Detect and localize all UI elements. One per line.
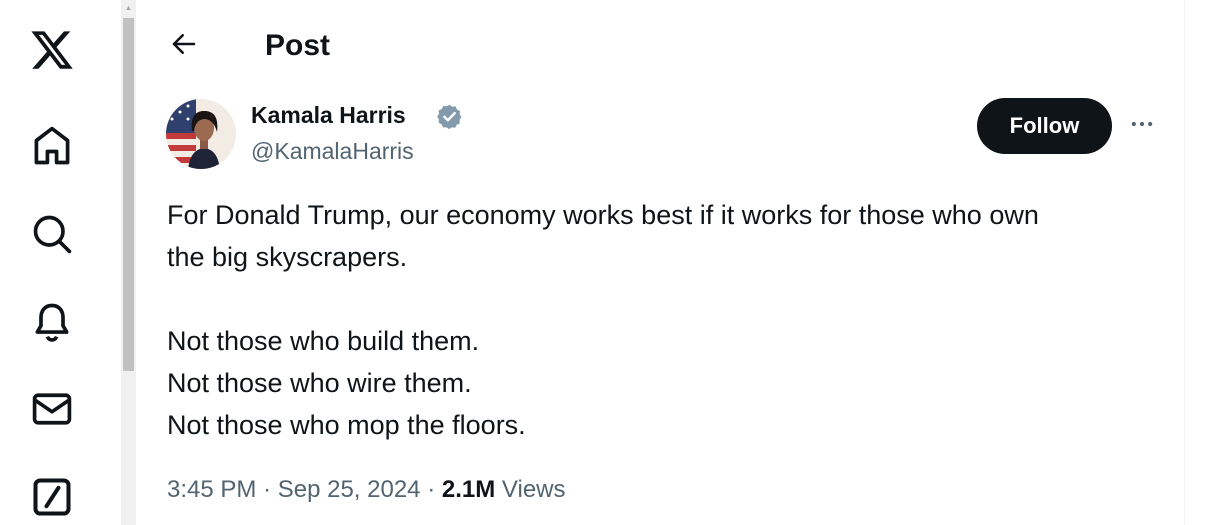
search-icon[interactable] (24, 206, 80, 262)
views-label: Views (501, 476, 566, 503)
page-title: Post (265, 29, 331, 62)
arrow-left-icon (169, 29, 199, 64)
page-header: Post (137, 0, 1185, 92)
grok-icon[interactable] (24, 469, 80, 525)
scrollbar-thumb[interactable] (123, 18, 134, 371)
more-options-button[interactable] (1122, 106, 1162, 146)
tweet-date[interactable]: Sep 25, 2024 (278, 476, 421, 503)
x-logo-icon[interactable] (24, 22, 80, 78)
author-name[interactable]: Kamala Harris (251, 100, 406, 130)
verified-badge-icon[interactable] (436, 103, 463, 130)
messages-mail-icon[interactable] (24, 381, 80, 437)
views-count: 2.1M (441, 476, 496, 503)
more-horizontal-icon (1128, 110, 1156, 143)
notifications-bell-icon[interactable] (24, 294, 80, 350)
meta-separator: · (263, 476, 272, 503)
home-icon[interactable] (24, 118, 80, 174)
tweet-text-line: the big skyscrapers. (167, 242, 408, 272)
scroll-up-arrow-icon[interactable]: ▲ (121, 0, 136, 17)
tweet-text-line: For Donald Trump, our economy works best… (167, 200, 1039, 230)
paragraph-break (167, 278, 1167, 320)
meta-separator: · (427, 476, 436, 503)
tweet-text-line: Not those who wire them. (167, 368, 472, 398)
main-column: Post Kamala Harris @KamalaHarris Follow (137, 0, 1185, 525)
tweet-text-line: Not those who mop the floors. (167, 410, 526, 440)
left-nav (0, 0, 104, 525)
tweet-time[interactable]: 3:45 PM (167, 476, 256, 503)
author-handle[interactable]: @KamalaHarris (251, 136, 414, 166)
tweet-meta: 3:45 PM · Sep 25, 2024 · 2.1M Views (167, 474, 566, 506)
tweet-text: For Donald Trump, our economy works best… (167, 194, 1167, 446)
scrollbar[interactable]: ▲ (121, 0, 136, 525)
avatar[interactable] (166, 99, 236, 169)
back-button[interactable] (164, 26, 204, 66)
follow-button[interactable]: Follow (977, 98, 1112, 154)
tweet-text-line: Not those who build them. (167, 326, 480, 356)
